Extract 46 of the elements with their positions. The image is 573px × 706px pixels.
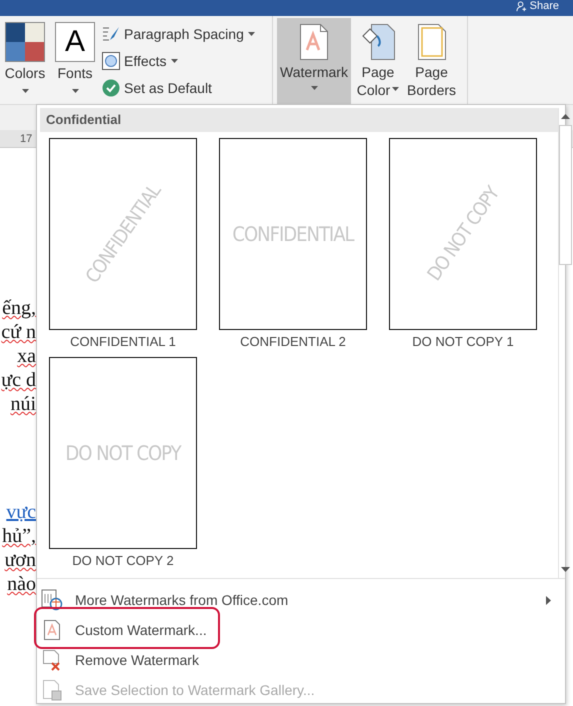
watermark-page-icon xyxy=(41,619,63,641)
caret-icon xyxy=(392,86,400,90)
caret-icon xyxy=(310,86,318,90)
page-border-icon xyxy=(418,24,446,60)
caret-icon xyxy=(248,32,255,36)
scrollbar[interactable] xyxy=(558,108,572,578)
paint-bucket-page-icon xyxy=(361,24,395,60)
document-text: ực d xyxy=(1,368,36,392)
page-borders-button[interactable]: Page Borders xyxy=(405,18,458,106)
scroll-thumb[interactable] xyxy=(559,125,572,265)
document-text: nào xyxy=(7,572,36,596)
caret-icon xyxy=(72,89,78,93)
document-link[interactable]: vực xyxy=(6,500,36,524)
document-text: ươn xyxy=(4,548,36,572)
document-text: cứ n xyxy=(1,320,36,344)
ribbon-option[interactable]: Set as Default xyxy=(102,76,255,99)
color-swatch-icon xyxy=(5,22,45,62)
colors-button[interactable]: Colors xyxy=(2,16,48,104)
menu-item[interactable]: Remove Watermark xyxy=(37,645,565,675)
page-color-button[interactable]: Page Color xyxy=(354,18,402,106)
ribbon-option[interactable]: Effects xyxy=(102,49,255,72)
menu-item[interactable]: Custom Watermark... xyxy=(37,615,565,645)
ruler-number: 17 xyxy=(20,132,32,144)
checkmark-icon xyxy=(102,78,120,96)
caret-icon xyxy=(170,58,178,62)
scroll-up-icon[interactable] xyxy=(561,114,570,119)
document-text: núi xyxy=(10,392,36,416)
spacing-brush-icon xyxy=(102,24,120,42)
person-add-icon xyxy=(516,1,527,12)
globe-document-icon xyxy=(41,589,63,611)
fonts-button[interactable]: A Fonts xyxy=(52,16,98,104)
watermark-page-icon xyxy=(300,24,328,60)
submenu-arrow-icon xyxy=(546,596,551,604)
save-page-icon xyxy=(41,679,63,701)
document-text: hủ”, xyxy=(2,524,36,548)
font-glyph: A xyxy=(55,22,95,62)
document-text: xa xyxy=(17,344,36,368)
watermark-button[interactable]: Watermark xyxy=(277,18,351,106)
scroll-down-icon[interactable] xyxy=(561,567,570,572)
share-button[interactable]: Share xyxy=(516,0,559,13)
menu-item[interactable]: More Watermarks from Office.com xyxy=(37,585,565,615)
document-text: ếng, xyxy=(2,296,36,320)
section-header: Confidential xyxy=(40,108,558,132)
ribbon-option[interactable]: Paragraph Spacing xyxy=(102,22,255,45)
effects-icon xyxy=(102,52,120,70)
caret-icon xyxy=(22,89,28,93)
